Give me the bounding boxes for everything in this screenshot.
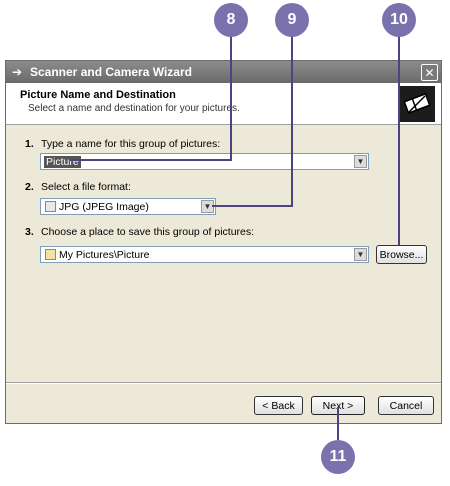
close-icon: ✕ — [424, 65, 435, 80]
back-button[interactable]: < Back — [254, 396, 303, 415]
window-title: Scanner and Camera Wizard — [30, 65, 192, 79]
callout-11-leader-v — [337, 407, 339, 440]
step-2-label: 2. Select a file format: — [25, 181, 131, 193]
step-3-label: 3. Choose a place to save this group of p… — [25, 226, 255, 238]
callout-badge-11: 11 — [321, 440, 355, 474]
image-file-icon — [45, 201, 56, 212]
callout-9-leader-h — [212, 205, 293, 207]
picture-name-value[interactable]: Picture — [44, 155, 81, 168]
browse-button[interactable]: Browse... — [376, 245, 427, 264]
callout-10-leader-v — [398, 35, 400, 245]
picture-name-dropdown-button[interactable]: ▼ — [354, 155, 367, 168]
page-subtitle: Select a name and destination for your p… — [28, 103, 240, 114]
wizard-header: Picture Name and Destination Select a na… — [6, 83, 441, 125]
callout-8-leader-v — [230, 35, 232, 161]
title-bar[interactable]: ➔ Scanner and Camera Wizard ✕ — [6, 61, 441, 83]
camera-wizard-icon — [399, 86, 435, 122]
callout-9-leader-v — [291, 35, 293, 207]
page-title: Picture Name and Destination — [20, 89, 176, 101]
chevron-down-icon: ▼ — [356, 250, 365, 259]
cancel-button[interactable]: Cancel — [378, 396, 434, 415]
destination-combobox[interactable]: My Pictures\Picture ▼ — [40, 246, 369, 263]
callout-badge-9: 9 — [275, 3, 309, 37]
chevron-down-icon: ▼ — [356, 157, 365, 166]
footer-divider-highlight — [6, 383, 441, 384]
chevron-down-icon: ▼ — [203, 202, 212, 211]
picture-name-combobox[interactable]: Picture ▼ — [40, 153, 369, 170]
close-button[interactable]: ✕ — [421, 64, 438, 81]
folder-icon — [45, 249, 56, 260]
step-1-label: 1. Type a name for this group of pictures… — [25, 138, 221, 150]
arrow-icon: ➔ — [12, 65, 23, 79]
destination-value: My Pictures\Picture — [59, 248, 150, 261]
callout-8-leader-h — [70, 159, 232, 161]
callout-badge-8: 8 — [214, 3, 248, 37]
file-format-value: JPG (JPEG Image) — [59, 200, 149, 213]
file-format-select[interactable]: JPG (JPEG Image) ▼ — [40, 198, 216, 215]
callout-badge-10: 10 — [382, 3, 416, 37]
scanner-camera-wizard-window: ➔ Scanner and Camera Wizard ✕ Picture Na… — [5, 60, 442, 424]
destination-dropdown-button[interactable]: ▼ — [354, 248, 367, 261]
